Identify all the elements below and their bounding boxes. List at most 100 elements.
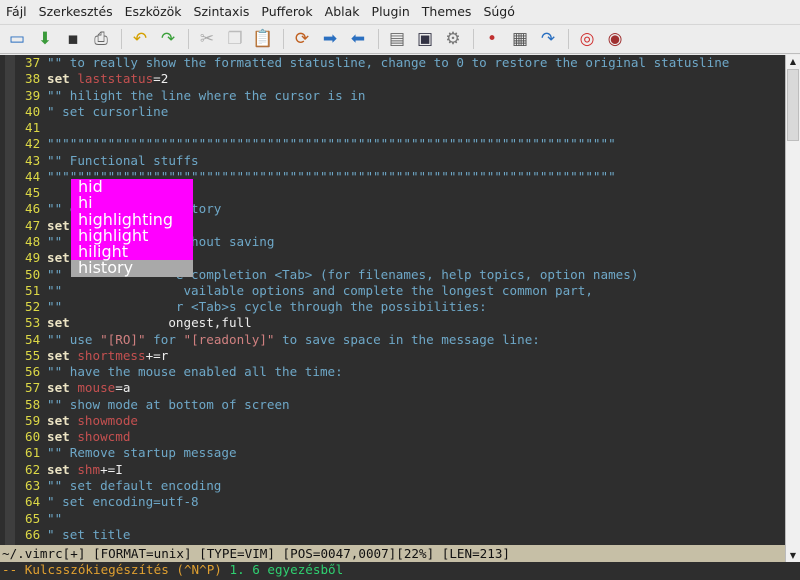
line-text: """"""""""""""""""""""""""""""""""""""""… xyxy=(47,136,616,152)
token: "" hilight the line where the cursor is … xyxy=(47,87,366,103)
back-icon[interactable]: ⬅ xyxy=(345,27,371,51)
line-number: 54 xyxy=(25,331,41,347)
cut-icon[interactable]: ✂ xyxy=(194,27,220,51)
run-script-icon[interactable]: ⚙ xyxy=(440,27,466,51)
completion-item[interactable]: history xyxy=(71,260,193,277)
vertical-scrollbar[interactable]: ▲ ▼ xyxy=(785,55,800,562)
menu-4[interactable]: Pufferok xyxy=(255,4,318,19)
line-text: "" to really show the formatted statusli… xyxy=(47,55,729,71)
token: """"""""""""""""""""""""""""""""""""""""… xyxy=(47,136,616,152)
jump-tag-icon[interactable]: ↷ xyxy=(535,27,561,51)
line-number: 60 xyxy=(25,429,41,445)
status-line: ~/.vimrc[+] [FORMAT=unix] [TYPE=VIM] [PO… xyxy=(0,545,785,562)
line-number: 39 xyxy=(25,87,41,103)
token: "[readonly]" xyxy=(183,331,275,347)
token: "" have the mouse enabled all the time: xyxy=(47,364,343,380)
token: shm xyxy=(77,461,101,477)
line-text: "" have the mouse enabled all the time: xyxy=(47,364,343,380)
line-text: "" vailable options and complete the lon… xyxy=(47,283,593,299)
undo-icon[interactable]: ↶ xyxy=(127,27,153,51)
forward-icon[interactable]: ➡ xyxy=(317,27,343,51)
line-text: " set title xyxy=(47,527,130,543)
line-number: 42 xyxy=(25,136,41,152)
toolbar-separator xyxy=(283,29,284,49)
line-number: 46 xyxy=(25,201,41,217)
token: set xyxy=(47,71,70,87)
help-icon[interactable]: ◎ xyxy=(574,27,600,51)
line-number: 65 xyxy=(25,510,41,526)
menu-8[interactable]: Súgó xyxy=(477,4,520,19)
line-text: set shortmess+=r xyxy=(47,348,168,364)
token: set xyxy=(47,315,70,331)
line-text: set showmode xyxy=(47,413,138,429)
find-replace-icon[interactable]: ⟳ xyxy=(289,27,315,51)
token: "[RO]" xyxy=(100,331,146,347)
match-count: 1. 6 egyezésből xyxy=(229,562,344,577)
line-number: 38 xyxy=(25,71,41,87)
token: ongest,full xyxy=(69,315,252,331)
save-icon[interactable]: ▪ xyxy=(60,27,86,51)
line-text: "" set default encoding xyxy=(47,478,221,494)
toolbar-separator xyxy=(121,29,122,49)
completion-popup: hid hi highlighting highlight hilight history xyxy=(71,178,193,277)
menu-3[interactable]: Szintaxis xyxy=(188,4,256,19)
token: +=r xyxy=(145,347,169,363)
line-text: set mouse=a xyxy=(47,380,130,396)
line-number: 62 xyxy=(25,461,41,477)
make-icon[interactable]: • xyxy=(479,27,505,51)
menu-bar: Fájl Szerkesztés Eszközök Szintaxis Pufferok… xyxy=(0,0,800,23)
line-number: 40 xyxy=(25,103,41,119)
save-download-icon[interactable]: ⬇ xyxy=(32,27,58,51)
line-number: 49 xyxy=(25,250,41,266)
line-text: set laststatus=2 xyxy=(47,71,168,87)
line-text: set shm+=I xyxy=(47,462,123,478)
token: set xyxy=(47,412,70,428)
token: set xyxy=(47,461,70,477)
paste-icon[interactable]: 📋 xyxy=(250,27,276,51)
menu-5[interactable]: Ablak xyxy=(319,4,366,19)
menu-2[interactable]: Eszközök xyxy=(119,4,188,19)
load-session-icon[interactable]: ▤ xyxy=(384,27,410,51)
tags-icon[interactable]: ▦ xyxy=(507,27,533,51)
token: "" set default encoding xyxy=(47,478,222,494)
open-icon[interactable]: ▭ xyxy=(4,27,30,51)
token: "" use xyxy=(47,331,101,347)
menu-6[interactable]: Plugin xyxy=(366,4,416,19)
line-number: 59 xyxy=(25,412,41,428)
token: "" Remove startup message xyxy=(47,445,237,461)
token: set xyxy=(47,250,70,266)
token: showcmd xyxy=(77,429,131,445)
token: set xyxy=(47,217,70,233)
token: set xyxy=(47,429,70,445)
print-icon[interactable]: ⎙ xyxy=(88,27,114,51)
line-text: set showcmd xyxy=(47,429,130,445)
command-line: -- Kulcsszókiegészítés (^N^P) 1. 6 egyez… xyxy=(0,562,800,580)
menu-0[interactable]: Fájl xyxy=(0,4,33,19)
scrollbar-thumb[interactable] xyxy=(787,69,799,141)
redo-icon[interactable]: ↷ xyxy=(155,27,181,51)
line-number: 41 xyxy=(25,120,41,136)
line-text: "" Functional stuffs xyxy=(47,153,199,169)
line-text: "" r <Tab>s cycle through the possibilit… xyxy=(47,299,487,315)
token: " set title xyxy=(47,526,131,542)
menu-7[interactable]: Themes xyxy=(416,4,478,19)
token: =a xyxy=(115,380,131,396)
token: to save space in the message line: xyxy=(274,331,540,347)
toolbar-separator xyxy=(188,29,189,49)
line-number: 56 xyxy=(25,364,41,380)
scroll-up-icon[interactable]: ▲ xyxy=(786,55,800,68)
menu-1[interactable]: Szerkesztés xyxy=(33,4,119,19)
line-text: set ongest,full xyxy=(47,315,252,331)
save-session-icon[interactable]: ▣ xyxy=(412,27,438,51)
scroll-down-icon[interactable]: ▼ xyxy=(786,549,800,562)
line-number: 44 xyxy=(25,168,41,184)
find-help-icon[interactable]: ◉ xyxy=(602,27,628,51)
line-number: 64 xyxy=(25,494,41,510)
copy-icon[interactable]: ❐ xyxy=(222,27,248,51)
toolbar: ▭ ⬇ ▪ ⎙ ↶ ↷ ✂ ❐ 📋 ⟳ ➡ ⬅ ▤ ▣ ⚙ • ▦ ↷ ◎ ◉ xyxy=(0,24,800,54)
token: " set cursorline xyxy=(47,103,169,119)
line-number: 63 xyxy=(25,478,41,494)
editor[interactable]: 37 "" to really show the formatted status… xyxy=(0,55,785,545)
line-text: "" hilight the line where the cursor is … xyxy=(47,88,365,104)
line-text: "" Remove startup message xyxy=(47,445,237,461)
